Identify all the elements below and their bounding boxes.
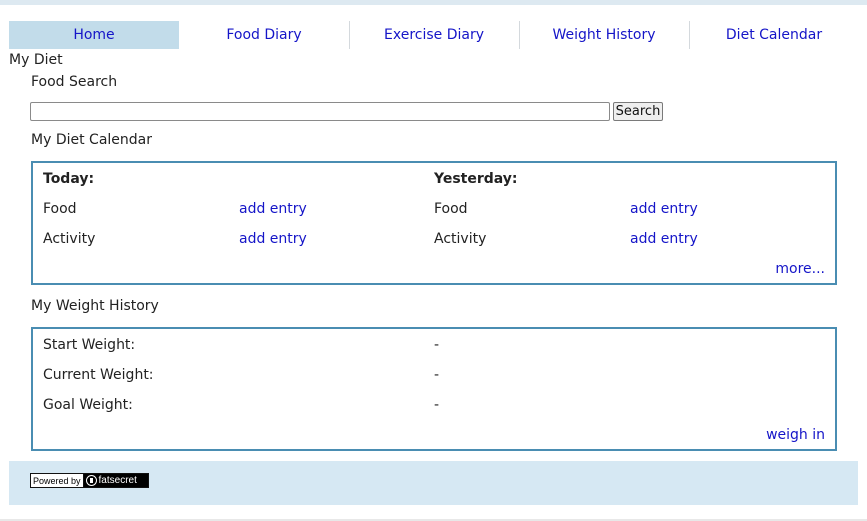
tab-weight-history[interactable]: Weight History: [519, 21, 689, 49]
badge-powered-by-text: Powered by: [31, 474, 84, 487]
weight-history-box: Start Weight: - Current Weight: - Goal W…: [31, 327, 837, 451]
current-weight-value: -: [434, 367, 440, 383]
today-label: Today:: [43, 171, 95, 187]
diet-calendar-box: Today: Food add entry Activity add entry…: [31, 161, 837, 285]
search-button[interactable]: Search: [613, 102, 663, 121]
main-nav: Home Food Diary Exercise Diary Weight Hi…: [9, 21, 859, 49]
yesterday-food-add-entry-link[interactable]: add entry: [630, 201, 698, 217]
today-activity-label: Activity: [43, 231, 96, 247]
more-link[interactable]: more...: [775, 261, 825, 277]
diet-calendar-heading: My Diet Calendar: [31, 132, 152, 148]
goal-weight-label: Goal Weight:: [43, 397, 133, 413]
tab-exercise-diary[interactable]: Exercise Diary: [349, 21, 519, 49]
food-search-heading: Food Search: [31, 74, 118, 90]
goal-weight-value: -: [434, 397, 440, 413]
current-weight-label: Current Weight:: [43, 367, 154, 383]
today-food-add-entry-link[interactable]: add entry: [239, 201, 307, 217]
start-weight-label: Start Weight:: [43, 337, 136, 353]
weight-history-heading: My Weight History: [31, 298, 159, 314]
food-search-input[interactable]: [30, 102, 610, 121]
weigh-in-link[interactable]: weigh in: [766, 427, 825, 443]
yesterday-activity-add-entry-link[interactable]: add entry: [630, 231, 698, 247]
yesterday-activity-label: Activity: [434, 231, 487, 247]
footer: Powered by fatsecret: [9, 461, 858, 505]
badge-brand: fatsecret: [83, 474, 148, 487]
badge-brand-text: fatsecret: [98, 475, 137, 486]
yesterday-food-label: Food: [434, 201, 468, 217]
tab-food-diary[interactable]: Food Diary: [179, 21, 349, 49]
powered-by-fatsecret-badge[interactable]: Powered by fatsecret: [30, 473, 149, 488]
today-food-label: Food: [43, 201, 77, 217]
fatsecret-logo-icon: [85, 475, 97, 486]
page-title: My Diet: [9, 52, 63, 68]
today-activity-add-entry-link[interactable]: add entry: [239, 231, 307, 247]
tab-diet-calendar[interactable]: Diet Calendar: [689, 21, 859, 49]
top-strip: [0, 0, 867, 5]
start-weight-value: -: [434, 337, 440, 353]
tab-home[interactable]: Home: [9, 21, 179, 49]
yesterday-label: Yesterday:: [434, 171, 518, 187]
